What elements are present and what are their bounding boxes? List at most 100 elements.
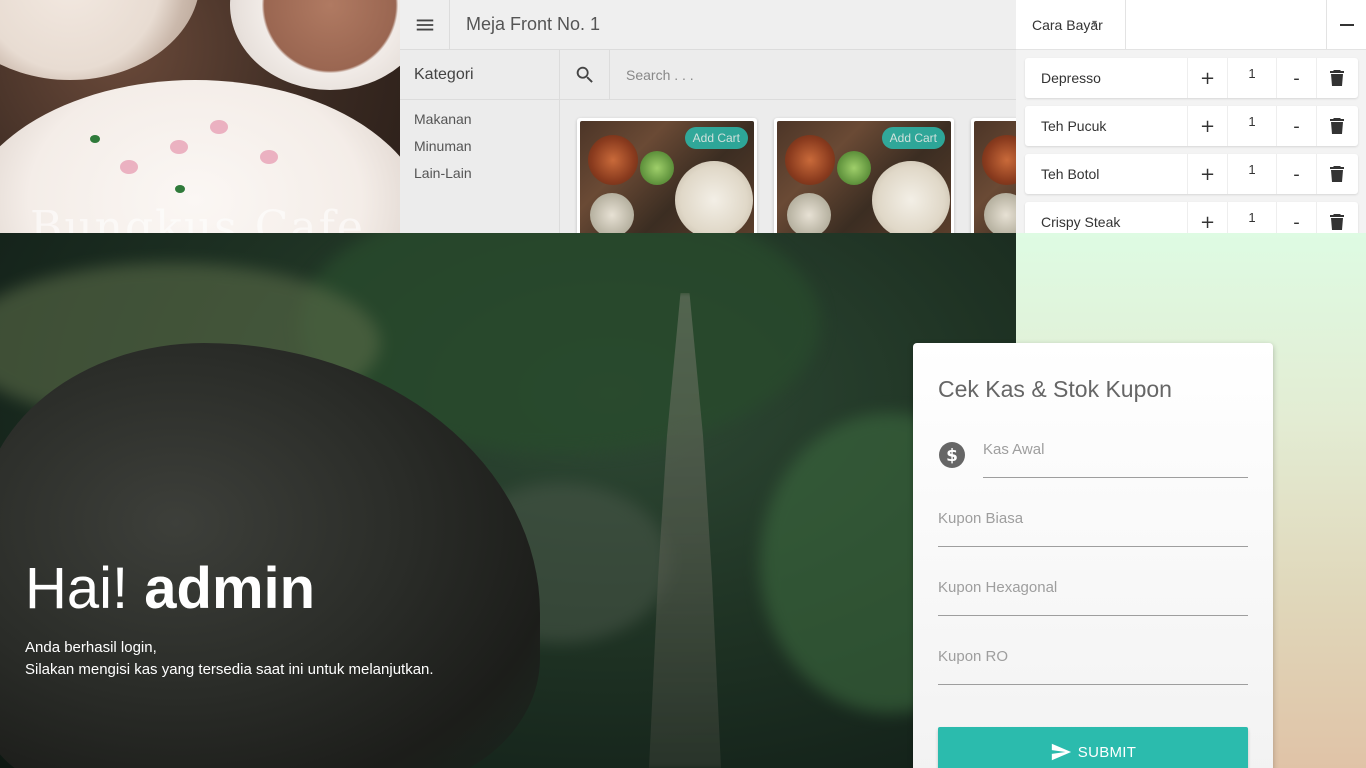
cash-check-form-card: Cek Kas & Stok Kupon $ [913,343,1273,768]
form-title: Cek Kas & Stok Kupon [938,376,1172,402]
menu-button[interactable] [400,0,450,50]
search-input[interactable] [610,50,1016,99]
cart-item: Teh Botol + 1 - [1025,154,1358,194]
delete-item-button[interactable] [1317,106,1357,146]
cart-item: Crispy Steak + 1 - [1025,202,1358,233]
category-item-minuman[interactable]: Minuman [414,137,559,164]
search-icon [576,66,593,83]
plate-decoration [0,0,200,80]
category-list: Makanan Minuman Lain-Lain [400,100,560,233]
pos-toolbar: Kategori [400,50,1016,100]
dish-decoration [675,161,753,233]
trash-icon [1330,70,1344,86]
decrease-qty-button[interactable]: - [1277,58,1317,98]
greeting-heading: Hai! admin [25,555,315,622]
dollar-circle-icon: $ [939,442,965,468]
cart-item-name: Teh Botol [1025,154,1188,194]
greeting-username: admin [144,556,316,621]
leaf-decoration [175,185,185,193]
greeting-line-2: Silakan mengisi kas yang tersedia saat i… [25,661,434,678]
svg-text:$: $ [946,446,958,466]
category-heading: Kategori [400,50,560,99]
food-background-image: Bungkus Cafe [0,0,400,233]
collapse-button[interactable] [1326,0,1366,49]
category-item-lain-lain[interactable]: Lain-Lain [414,164,559,191]
submit-label: SUBMIT [1077,743,1137,761]
send-icon [1051,743,1071,761]
cart-header-spacer [1126,0,1326,49]
decrease-qty-button[interactable]: - [1277,202,1317,233]
dish-decoration [590,193,634,233]
category-item-makanan[interactable]: Makanan [414,110,559,137]
dish-decoration [837,151,871,185]
tea-cup-decoration [230,0,400,90]
delete-item-button[interactable] [1317,154,1357,194]
minus-icon [1339,23,1354,26]
cart-item-qty: 1 [1228,106,1277,146]
dish-decoration [640,151,674,185]
flower-decoration [120,160,138,174]
decrease-qty-button[interactable]: - [1277,154,1317,194]
cart-item: Depresso + 1 - [1025,58,1358,98]
increase-qty-button[interactable]: + [1188,106,1228,146]
increase-qty-button[interactable]: + [1188,202,1228,233]
greeting-line-1: Anda berhasil login, [25,639,157,656]
increase-qty-button[interactable]: + [1188,154,1228,194]
kupon-ro-input[interactable] [938,640,1248,665]
kas-awal-field [983,433,1248,478]
add-cart-button[interactable]: Add Cart [684,127,748,149]
cart-header: Cara Bayar ▾ [1016,0,1366,50]
flower-decoration [260,150,278,164]
add-cart-button[interactable]: Add Cart [881,127,945,149]
search-button[interactable] [560,50,610,99]
pos-panel: Meja Front No. 1 Kategori Makanan Minuma… [400,0,1016,233]
cart-item: Teh Pucuk + 1 - [1025,106,1358,146]
product-image: Add Cart [777,121,951,233]
chevron-down-icon: ▾ [1092,18,1098,29]
flower-decoration [210,120,228,134]
product-image [974,121,1016,233]
kas-awal-input[interactable] [983,433,1248,458]
cart-item-qty: 1 [1228,58,1277,98]
dish-decoration [982,135,1016,185]
pos-header: Meja Front No. 1 [400,0,1016,50]
table-title: Meja Front No. 1 [466,14,601,34]
product-grid: Add Cart Add Cart [560,100,1016,233]
kupon-biasa-field [938,502,1248,547]
product-image: Add Cart [580,121,754,233]
kupon-biasa-input[interactable] [938,502,1248,527]
leaf-decoration [90,135,100,143]
cart-item-qty: 1 [1228,154,1277,194]
increase-qty-button[interactable]: + [1188,58,1228,98]
decrease-qty-button[interactable]: - [1277,106,1317,146]
dish-decoration [785,135,835,185]
greeting-prefix: Hai! [25,556,145,621]
payment-method-select[interactable]: Cara Bayar ▾ [1016,0,1126,49]
kupon-hexagonal-field [938,571,1248,616]
temple-background-image: Hai! admin Anda berhasil login, Silakan … [0,233,1016,768]
cart-item-name: Teh Pucuk [1025,106,1188,146]
kupon-hexagonal-input[interactable] [938,571,1248,596]
greeting-message: Anda berhasil login, Silakan mengisi kas… [25,637,434,681]
dish-decoration [872,161,950,233]
cart-list: Depresso + 1 - Teh Pucuk + 1 - Teh Botol… [1016,50,1366,233]
product-card[interactable] [971,118,1016,233]
trash-icon [1330,118,1344,134]
product-card[interactable]: Add Cart [577,118,757,233]
dish-decoration [588,135,638,185]
pos-body: Makanan Minuman Lain-Lain Add Cart Add C… [400,100,1016,233]
cart-panel: Cara Bayar ▾ Depresso + 1 - Teh Pucuk + … [1016,0,1366,233]
cart-item-name: Crispy Steak [1025,202,1188,233]
trash-icon [1330,214,1344,230]
submit-button[interactable]: SUBMIT [938,727,1248,768]
brand-watermark: Bungkus Cafe [30,202,365,233]
dish-decoration [984,193,1016,233]
cart-item-name: Depresso [1025,58,1188,98]
product-card[interactable]: Add Cart [774,118,954,233]
cart-item-qty: 1 [1228,202,1277,233]
hamburger-icon [416,19,433,30]
delete-item-button[interactable] [1317,58,1357,98]
kupon-ro-field [938,640,1248,685]
delete-item-button[interactable] [1317,202,1357,233]
flower-decoration [170,140,188,154]
